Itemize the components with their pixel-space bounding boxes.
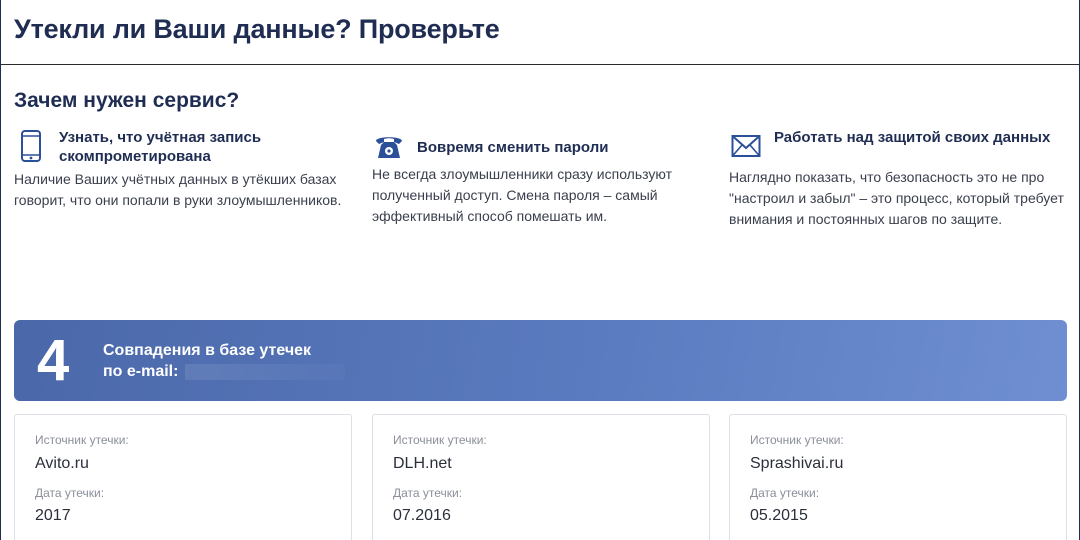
banner-title-line2: по e-mail: xyxy=(103,361,345,382)
leak-matches-banner: 4 Совпадения в базе утечек по e-mail: xyxy=(14,320,1067,401)
banner-title: Совпадения в базе утечек по e-mail: xyxy=(103,340,345,382)
feature-title: Узнать, что учётная запись скомпрометиро… xyxy=(59,129,262,165)
leak-card: Источник утечки: DLH.net Дата утечки: 07… xyxy=(372,414,710,540)
feature-protect-data: Работать над защитой своих данных Нагляд… xyxy=(729,128,1064,230)
feature-description: Наличие Ваших учётных данных в утёкших б… xyxy=(14,171,342,208)
banner-email-label: по e-mail: xyxy=(103,363,179,380)
feature-description: Не всегда злоумышленники сразу использую… xyxy=(372,166,673,224)
source-label: Источник утечки: xyxy=(393,433,487,447)
source-label: Источник утечки: xyxy=(750,433,844,447)
date-label: Дата утечки: xyxy=(393,486,463,500)
feature-compromised: Узнать, что учётная запись скомпрометиро… xyxy=(14,128,359,211)
envelope-icon xyxy=(729,128,763,164)
date-value: 05.2015 xyxy=(750,507,808,524)
date-value: 07.2016 xyxy=(393,507,451,524)
section-title: Зачем нужен сервис? xyxy=(14,89,240,112)
telephone-icon xyxy=(372,128,406,164)
source-value: DLH.net xyxy=(393,455,452,472)
leak-card: Источник утечки: Sprashivai.ru Дата утеч… xyxy=(729,414,1067,540)
page-title: Утекли ли Ваши данные? Проверьте xyxy=(14,14,500,44)
source-value: Sprashivai.ru xyxy=(750,455,844,472)
leak-count: 4 xyxy=(37,328,70,393)
redacted-email xyxy=(184,363,345,380)
smartphone-icon xyxy=(14,128,48,164)
date-label: Дата утечки: xyxy=(35,486,105,500)
feature-title: Вовремя сменить пароли xyxy=(417,139,609,156)
feature-title: Работать над защитой своих данных xyxy=(774,129,1051,146)
header-divider xyxy=(1,64,1080,65)
source-label: Источник утечки: xyxy=(35,433,129,447)
feature-description: Наглядно показать, что безопасность это … xyxy=(729,169,1064,227)
date-value: 2017 xyxy=(35,507,71,524)
feature-change-passwords: Вовремя сменить пароли Не всегда злоумыш… xyxy=(372,128,717,227)
date-label: Дата утечки: xyxy=(750,486,820,500)
source-value: Avito.ru xyxy=(35,455,89,472)
leak-card: Источник утечки: Avito.ru Дата утечки: 2… xyxy=(14,414,352,540)
banner-title-line1: Совпадения в базе утечек xyxy=(103,342,312,359)
